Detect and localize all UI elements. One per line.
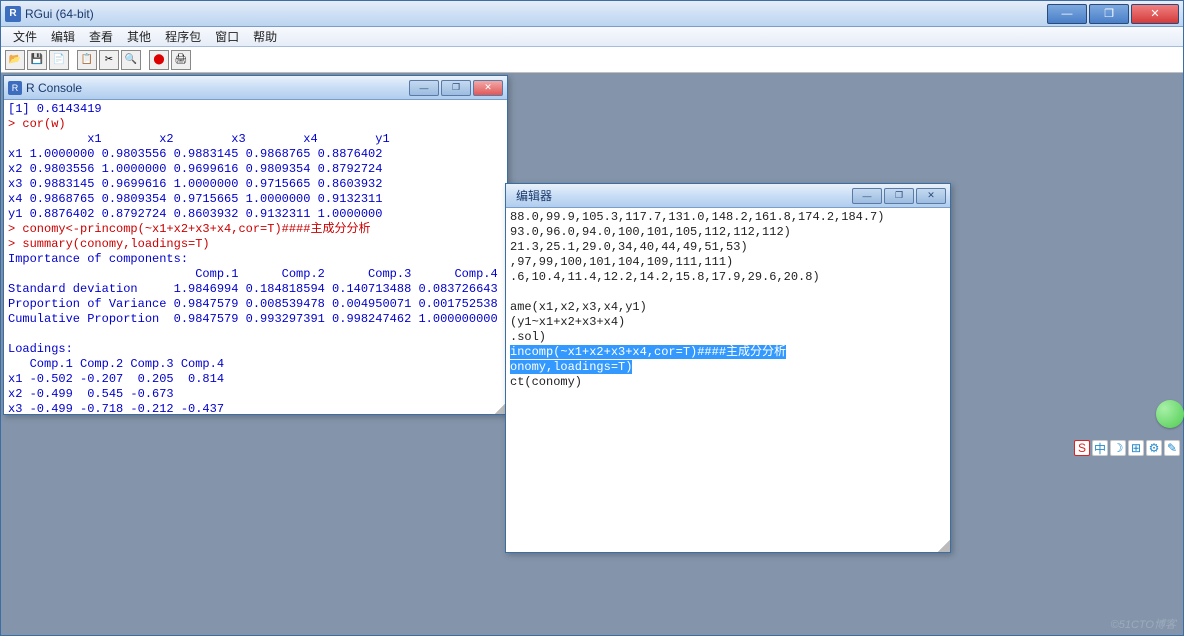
tool-zoom-icon[interactable]: 🔍 [121, 50, 141, 70]
output-line: > summary(conomy,loadings=T) [8, 237, 210, 251]
tool-copy-icon[interactable]: 📄 [49, 50, 69, 70]
output-line: Proportion of Variance 0.9847579 0.00853… [8, 297, 498, 311]
tool-stop-icon[interactable]: ⬤ [149, 50, 169, 70]
maximize-button[interactable]: ❐ [1089, 4, 1129, 24]
ime-zh-icon[interactable]: 中 [1092, 440, 1108, 456]
menu-help[interactable]: 帮助 [247, 26, 283, 47]
app-title: RGui (64-bit) [25, 7, 1047, 21]
output-line: Comp.1 Comp.2 Comp.3 Comp.4 [8, 357, 224, 371]
menu-view[interactable]: 查看 [83, 26, 119, 47]
ime-gear-icon[interactable]: ⚙ [1146, 440, 1162, 456]
output-line: x1 1.0000000 0.9803556 0.9883145 0.98687… [8, 147, 382, 161]
editor-selected: incomp(~x1+x2+x3+x4,cor=T)####主成分分析 [510, 345, 786, 359]
output-line: x4 0.9868765 0.9809354 0.9715665 1.00000… [8, 192, 382, 206]
editor-line: 21.3,25.1,29.0,34,40,44,49,51,53) [510, 240, 748, 254]
ime-s-icon[interactable]: S [1074, 440, 1090, 456]
editor-title: 编辑器 [510, 187, 852, 204]
editor-line: 93.0,96.0,94.0,100,101,105,112,112,112) [510, 225, 791, 239]
output-line: Cumulative Proportion 0.9847579 0.993297… [8, 312, 498, 326]
minimize-button[interactable]: — [1047, 4, 1087, 24]
close-button[interactable]: ✕ [1131, 4, 1179, 24]
main-titlebar: R RGui (64-bit) — ❐ ✕ [1, 1, 1183, 27]
ime-toolbar: S 中 ☽ ⊞ ⚙ ✎ [1074, 440, 1180, 456]
console-output[interactable]: [1] 0.6143419 > cor(w) x1 x2 x3 x4 y1 x1… [4, 100, 507, 414]
ime-moon-icon[interactable]: ☽ [1110, 440, 1126, 456]
status-badge[interactable] [1156, 400, 1184, 428]
menu-packages[interactable]: 程序包 [159, 26, 207, 47]
console-max-button[interactable]: ❐ [441, 80, 471, 96]
r-app-icon: R [5, 6, 21, 22]
output-line: Standard deviation 1.9846994 0.184818594… [8, 282, 498, 296]
menu-edit[interactable]: 编辑 [45, 26, 81, 47]
output-line: x3 0.9883145 0.9699616 1.0000000 0.97156… [8, 177, 382, 191]
console-min-button[interactable]: — [409, 80, 439, 96]
tool-save-icon[interactable]: 💾 [27, 50, 47, 70]
tool-open-icon[interactable]: 📂 [5, 50, 25, 70]
editor-window: 编辑器 — ❐ ✕ 88.0,99.9,105.3,117.7,131.0,14… [505, 183, 951, 553]
tool-paste-icon[interactable]: 📋 [77, 50, 97, 70]
console-close-button[interactable]: ✕ [473, 80, 503, 96]
mdi-area: R R Console — ❐ ✕ [1] 0.6143419 > cor(w)… [1, 73, 1183, 635]
editor-selected: onomy,loadings=T) [510, 360, 632, 374]
console-title: R Console [26, 81, 409, 95]
output-line: > conomy<-princomp(~x1+x2+x3+x4,cor=T)##… [8, 222, 370, 236]
resize-grip-icon[interactable] [938, 540, 950, 552]
editor-max-button[interactable]: ❐ [884, 188, 914, 204]
output-line: x3 -0.499 -0.718 -0.212 -0.437 [8, 402, 224, 414]
r-icon: R [8, 81, 22, 95]
editor-line: ct(conomy) [510, 375, 582, 389]
output-line: y1 0.8876402 0.8792724 0.8603932 0.91323… [8, 207, 382, 221]
main-window-controls: — ❐ ✕ [1047, 4, 1179, 24]
output-line: Importance of components: [8, 252, 188, 266]
editor-line: 88.0,99.9,105.3,117.7,131.0,148.2,161.8,… [510, 210, 884, 224]
toolbar: 📂 💾 📄 📋 ✂ 🔍 ⬤ 🖨 [1, 47, 1183, 73]
r-console-window: R R Console — ❐ ✕ [1] 0.6143419 > cor(w)… [3, 75, 508, 415]
editor-titlebar[interactable]: 编辑器 — ❐ ✕ [506, 184, 950, 208]
output-line: > cor(w) [8, 117, 66, 131]
output-line: x2 -0.499 0.545 -0.673 [8, 387, 224, 401]
menu-file[interactable]: 文件 [7, 26, 43, 47]
console-titlebar[interactable]: R R Console — ❐ ✕ [4, 76, 507, 100]
editor-line: .6,10.4,11.4,12.2,14.2,15.8,17.9,29.6,20… [510, 270, 820, 284]
output-line: x1 x2 x3 x4 y1 [8, 132, 390, 146]
editor-body[interactable]: 88.0,99.9,105.3,117.7,131.0,148.2,161.8,… [506, 208, 950, 552]
editor-line: (y1~x1+x2+x3+x4) [510, 315, 625, 329]
editor-line: .sol) [510, 330, 546, 344]
main-window: R RGui (64-bit) — ❐ ✕ 文件 编辑 查看 其他 程序包 窗口… [0, 0, 1184, 636]
ime-symbol-icon[interactable]: ⊞ [1128, 440, 1144, 456]
editor-line: ,97,99,100,101,104,109,111,111) [510, 255, 733, 269]
menubar: 文件 编辑 查看 其他 程序包 窗口 帮助 [1, 27, 1183, 47]
watermark: ©51CTO博客 [1111, 616, 1176, 632]
ime-tool-icon[interactable]: ✎ [1164, 440, 1180, 456]
output-line: Loadings: [8, 342, 73, 356]
tool-print-icon[interactable]: 🖨 [171, 50, 191, 70]
editor-min-button[interactable]: — [852, 188, 882, 204]
output-line: [1] 0.6143419 [8, 102, 102, 116]
editor-line: ame(x1,x2,x3,x4,y1) [510, 300, 647, 314]
output-line: x2 0.9803556 1.0000000 0.9699616 0.98093… [8, 162, 382, 176]
menu-misc[interactable]: 其他 [121, 26, 157, 47]
output-line: Comp.1 Comp.2 Comp.3 Comp.4 [8, 267, 498, 281]
editor-close-button[interactable]: ✕ [916, 188, 946, 204]
output-line: x1 -0.502 -0.207 0.205 0.814 [8, 372, 224, 386]
menu-window[interactable]: 窗口 [209, 26, 245, 47]
tool-cut-icon[interactable]: ✂ [99, 50, 119, 70]
